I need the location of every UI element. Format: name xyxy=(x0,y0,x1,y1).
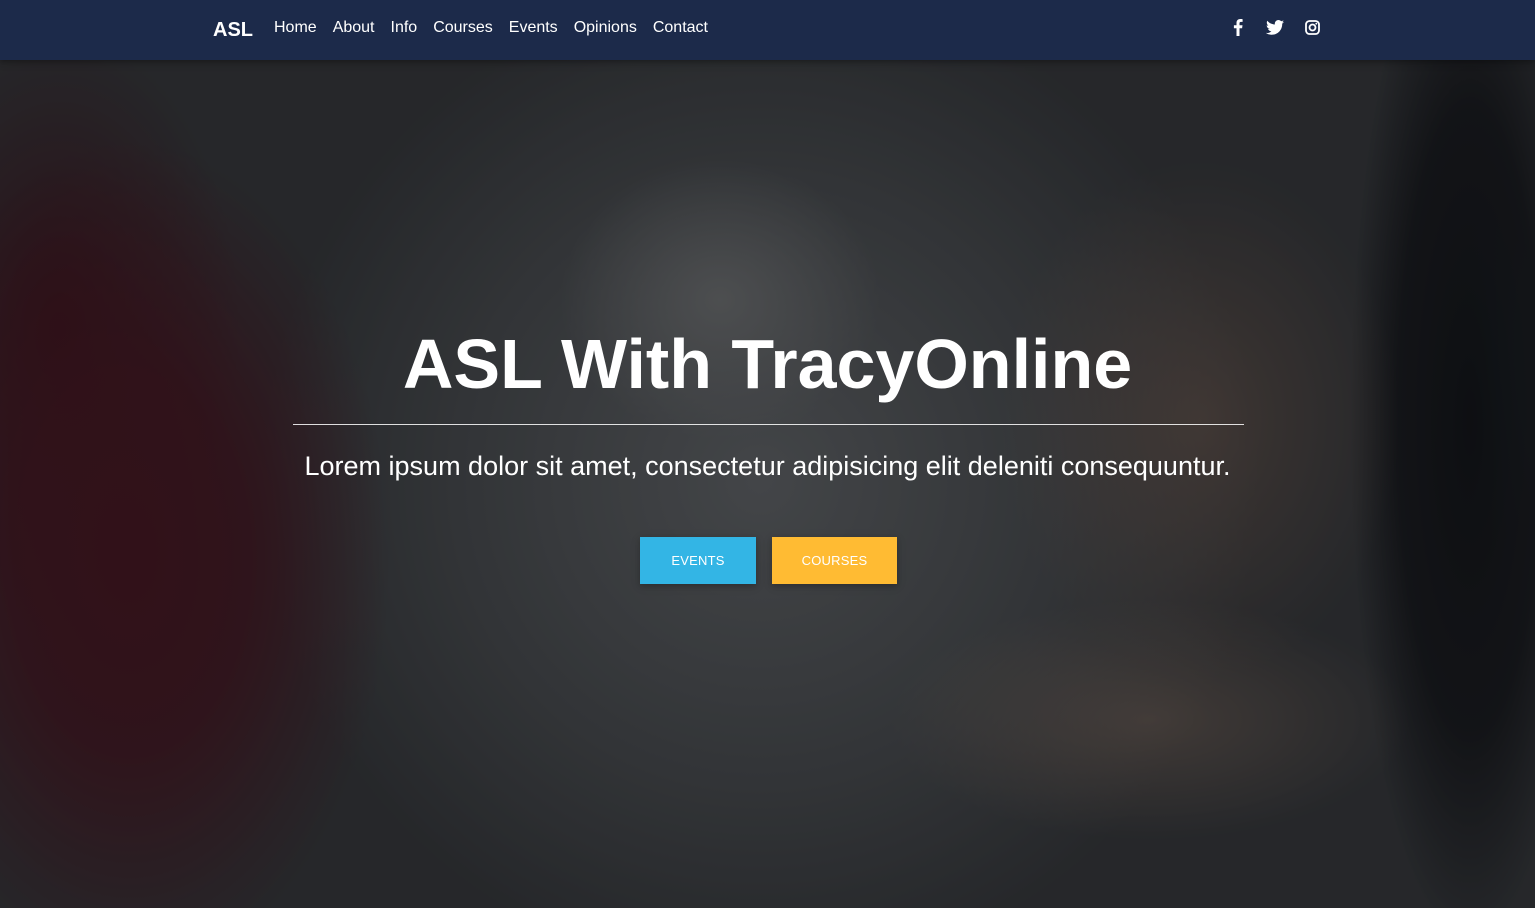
hero-subtitle: Lorem ipsum dolor sit amet, consectetur … xyxy=(304,451,1231,481)
nav-link-opinions[interactable]: Opinions xyxy=(574,19,637,36)
nav-item-courses: Courses xyxy=(425,17,501,39)
nav-item-home: Home xyxy=(266,17,325,39)
nav-link-events[interactable]: Events xyxy=(509,19,558,36)
nav-link-home[interactable]: Home xyxy=(274,19,317,36)
nav-link-contact[interactable]: Contact xyxy=(653,19,708,36)
brand-logo[interactable]: ASL xyxy=(213,18,253,42)
hero-title: ASL With TracyOnline xyxy=(402,325,1133,403)
facebook-icon[interactable] xyxy=(1228,17,1248,37)
instagram-icon[interactable] xyxy=(1302,17,1322,37)
social-links xyxy=(1228,17,1322,37)
nav-link-courses[interactable]: Courses xyxy=(433,19,493,36)
twitter-icon[interactable] xyxy=(1265,17,1285,37)
courses-button[interactable]: COURSES xyxy=(772,537,897,584)
nav-item-events: Events xyxy=(501,17,566,39)
nav-link-about[interactable]: About xyxy=(333,19,375,36)
hero-section: ASL With TracyOnline Lorem ipsum dolor s… xyxy=(0,0,1535,908)
nav-link-info[interactable]: Info xyxy=(391,19,418,36)
nav-item-info: Info xyxy=(383,17,426,39)
events-button[interactable]: EVENTS xyxy=(640,537,756,584)
nav-item-contact: Contact xyxy=(645,17,716,39)
nav-item-about: About xyxy=(325,17,383,39)
page: ASL Home About Info Courses Events Opini… xyxy=(0,0,1535,908)
hero-divider xyxy=(293,424,1244,425)
nav-links: Home About Info Courses Events Opinions … xyxy=(266,17,716,39)
nav-item-opinions: Opinions xyxy=(566,17,645,39)
navbar: ASL Home About Info Courses Events Opini… xyxy=(0,0,1535,60)
